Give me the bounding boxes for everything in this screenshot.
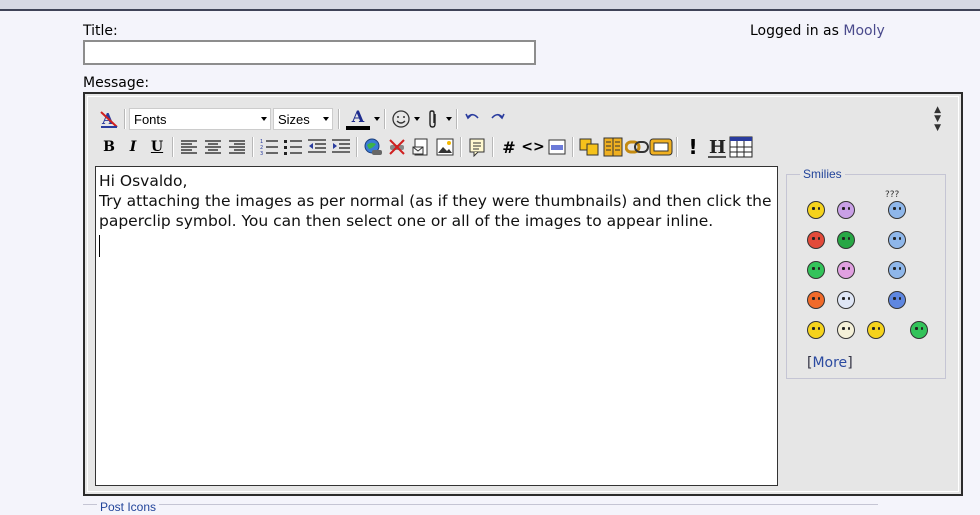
message-line: Hi Osvaldo, (99, 172, 188, 190)
biggrin-icon[interactable] (807, 261, 825, 279)
smilies-legend: Smilies (800, 167, 845, 181)
top-bar (0, 0, 980, 11)
php-code-icon[interactable] (545, 135, 569, 159)
align-right-icon[interactable] (225, 135, 249, 159)
editor-toolbar-row-2: B I U 123 # <> ! H (97, 134, 753, 160)
font-color-button[interactable]: A (343, 107, 373, 131)
confused-text: ??? (885, 190, 900, 200)
book-icon[interactable] (601, 135, 625, 159)
italic-button[interactable]: I (121, 135, 145, 159)
tongue-icon[interactable] (837, 261, 855, 279)
wink-icon[interactable] (888, 231, 906, 249)
title-input[interactable] (83, 40, 536, 65)
remove-format-icon[interactable]: A (97, 107, 121, 131)
message-label: Message: (83, 75, 150, 91)
eek-icon[interactable] (837, 291, 855, 309)
table-icon[interactable] (729, 135, 753, 159)
html-code-button[interactable]: <> (521, 135, 545, 159)
neutral-icon[interactable] (867, 321, 885, 339)
editor-toolbar-row-1: A Fonts Sizes A (97, 106, 509, 132)
mad-icon[interactable] (807, 231, 825, 249)
font-select-label: Fonts (134, 111, 167, 127)
insert-link-icon[interactable] (361, 135, 385, 159)
smilies-panel: Smilies ??? [More] (786, 167, 946, 379)
idea-icon[interactable] (837, 321, 855, 339)
smiley-icon[interactable] (389, 107, 413, 131)
frown-icon[interactable] (837, 201, 855, 219)
remove-link-icon[interactable] (385, 135, 409, 159)
font-color-swatch (346, 125, 370, 130)
outdent-icon[interactable] (305, 135, 329, 159)
sick-icon[interactable] (837, 231, 855, 249)
unordered-list-icon[interactable] (281, 135, 305, 159)
frame-icon[interactable] (649, 135, 673, 159)
font-color-dropdown[interactable] (373, 107, 381, 131)
align-left-icon[interactable] (177, 135, 201, 159)
text-caret (99, 235, 100, 257)
align-center-icon[interactable] (201, 135, 225, 159)
chain-link-icon[interactable] (625, 135, 649, 159)
logged-in-status: Logged in as Mooly (750, 23, 885, 39)
font-select[interactable]: Fonts (129, 108, 271, 130)
sad-icon[interactable] (888, 291, 906, 309)
cool-icon[interactable] (807, 291, 825, 309)
indent-icon[interactable] (329, 135, 353, 159)
message-textarea[interactable]: Hi Osvaldo, Try attaching the images as … (95, 166, 778, 486)
more-smilies-link[interactable]: More (812, 355, 847, 371)
oops-icon[interactable] (807, 321, 825, 339)
logged-in-prefix: Logged in as (750, 23, 839, 39)
ordered-list-icon[interactable]: 123 (257, 135, 281, 159)
font-color-letter: A (351, 106, 365, 126)
quote-icon[interactable] (465, 135, 489, 159)
copy-icon[interactable] (577, 135, 601, 159)
smile-icon[interactable] (807, 201, 825, 219)
size-select[interactable]: Sizes (273, 108, 333, 130)
confused-icon[interactable] (888, 201, 906, 219)
insert-image-icon[interactable] (433, 135, 457, 159)
redo-icon[interactable] (485, 107, 509, 131)
post-icons-fieldset: Post Icons (83, 500, 878, 515)
code-hash-button[interactable]: # (497, 135, 521, 159)
undo-icon[interactable] (461, 107, 485, 131)
exclamation-icon[interactable]: ! (681, 135, 705, 159)
underline-button[interactable]: U (145, 135, 169, 159)
svg-text:H: H (709, 137, 726, 158)
username-link[interactable]: Mooly (843, 23, 884, 39)
heading-icon[interactable]: H (705, 135, 729, 159)
insert-email-icon[interactable] (409, 135, 433, 159)
collapse-toolbar-icon[interactable]: ▲ ▼ ▼ (934, 106, 941, 133)
more-smilies: [More] (807, 355, 853, 371)
title-label: Title: (83, 23, 118, 39)
laugh-icon[interactable] (910, 321, 928, 339)
smiley-dropdown[interactable] (413, 107, 421, 131)
bold-button[interactable]: B (97, 135, 121, 159)
rolleyes-icon[interactable] (888, 261, 906, 279)
size-select-label: Sizes (278, 111, 310, 127)
post-icons-legend: Post Icons (97, 500, 160, 514)
paperclip-icon[interactable] (421, 107, 445, 131)
message-editor: A Fonts Sizes A ▲▼▼ (83, 92, 963, 496)
attach-dropdown[interactable] (445, 107, 453, 131)
message-line: Try attaching the images as per normal (… (99, 192, 777, 230)
svg-text:3: 3 (260, 151, 263, 156)
